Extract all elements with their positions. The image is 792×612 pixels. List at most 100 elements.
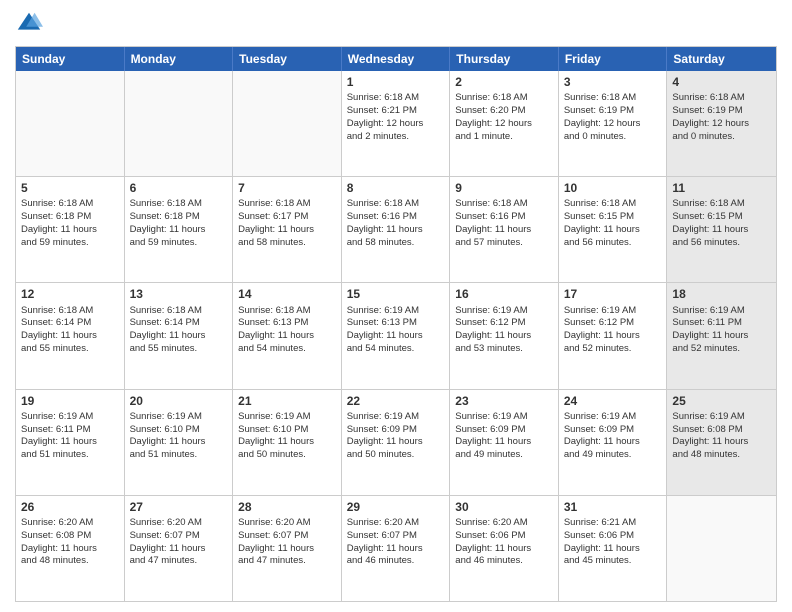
calendar-week-3: 12Sunrise: 6:18 AMSunset: 6:14 PMDayligh… (16, 282, 776, 388)
cell-info-line: Daylight: 11 hours (130, 543, 228, 556)
calendar-cell: 1Sunrise: 6:18 AMSunset: 6:21 PMDaylight… (342, 71, 451, 176)
header-day-monday: Monday (125, 47, 234, 71)
logo-icon (15, 10, 43, 38)
day-number: 2 (455, 74, 553, 90)
calendar-cell: 11Sunrise: 6:18 AMSunset: 6:15 PMDayligh… (667, 177, 776, 282)
header-day-wednesday: Wednesday (342, 47, 451, 71)
day-number: 6 (130, 180, 228, 196)
calendar-cell: 7Sunrise: 6:18 AMSunset: 6:17 PMDaylight… (233, 177, 342, 282)
day-number: 31 (564, 499, 662, 515)
cell-info-line: Sunset: 6:11 PM (21, 424, 119, 437)
cell-info-line: Sunset: 6:11 PM (672, 317, 771, 330)
cell-info-line: Sunrise: 6:19 AM (347, 411, 445, 424)
calendar-cell: 9Sunrise: 6:18 AMSunset: 6:16 PMDaylight… (450, 177, 559, 282)
cell-info-line: Daylight: 12 hours (564, 118, 662, 131)
cell-info-line: Daylight: 11 hours (21, 330, 119, 343)
cell-info-line: and 58 minutes. (347, 237, 445, 250)
day-number: 11 (672, 180, 771, 196)
cell-info-line: and 47 minutes. (238, 555, 336, 568)
cell-info-line: Sunset: 6:09 PM (347, 424, 445, 437)
cell-info-line: Sunset: 6:07 PM (130, 530, 228, 543)
calendar-cell: 17Sunrise: 6:19 AMSunset: 6:12 PMDayligh… (559, 283, 668, 388)
calendar-week-1: 1Sunrise: 6:18 AMSunset: 6:21 PMDaylight… (16, 71, 776, 176)
calendar-cell: 23Sunrise: 6:19 AMSunset: 6:09 PMDayligh… (450, 390, 559, 495)
cell-info-line: Daylight: 11 hours (347, 436, 445, 449)
cell-info-line: Sunrise: 6:20 AM (455, 517, 553, 530)
header-day-thursday: Thursday (450, 47, 559, 71)
day-number: 3 (564, 74, 662, 90)
cell-info-line: Daylight: 11 hours (238, 543, 336, 556)
calendar-cell: 12Sunrise: 6:18 AMSunset: 6:14 PMDayligh… (16, 283, 125, 388)
cell-info-line: and 48 minutes. (21, 555, 119, 568)
cell-info-line: Sunrise: 6:18 AM (347, 92, 445, 105)
cell-info-line: and 52 minutes. (672, 343, 771, 356)
cell-info-line: Daylight: 11 hours (21, 436, 119, 449)
cell-info-line: Sunrise: 6:19 AM (455, 411, 553, 424)
calendar-cell: 18Sunrise: 6:19 AMSunset: 6:11 PMDayligh… (667, 283, 776, 388)
day-number: 27 (130, 499, 228, 515)
calendar-cell: 21Sunrise: 6:19 AMSunset: 6:10 PMDayligh… (233, 390, 342, 495)
cell-info-line: Sunrise: 6:20 AM (130, 517, 228, 530)
cell-info-line: Sunrise: 6:21 AM (564, 517, 662, 530)
cell-info-line: Sunrise: 6:19 AM (347, 305, 445, 318)
day-number: 28 (238, 499, 336, 515)
cell-info-line: Sunset: 6:14 PM (21, 317, 119, 330)
cell-info-line: Sunrise: 6:19 AM (672, 411, 771, 424)
cell-info-line: Sunset: 6:21 PM (347, 105, 445, 118)
day-number: 25 (672, 393, 771, 409)
cell-info-line: Daylight: 11 hours (564, 436, 662, 449)
cell-info-line: and 47 minutes. (130, 555, 228, 568)
calendar-cell: 31 Sunrise: 6:21 AMSunset: 6:06 PMDayligh… (559, 496, 668, 601)
day-number: 23 (455, 393, 553, 409)
cell-info-line: Sunrise: 6:19 AM (564, 305, 662, 318)
cell-info-line: Daylight: 11 hours (347, 543, 445, 556)
cell-info-line: Sunset: 6:07 PM (238, 530, 336, 543)
calendar-cell: 2Sunrise: 6:18 AMSunset: 6:20 PMDaylight… (450, 71, 559, 176)
cell-info-line: Daylight: 12 hours (455, 118, 553, 131)
cell-info-line: Daylight: 11 hours (130, 436, 228, 449)
cell-info-line: and 0 minutes. (672, 131, 771, 144)
calendar-cell: 4Sunrise: 6:18 AMSunset: 6:19 PMDaylight… (667, 71, 776, 176)
calendar-cell: 16Sunrise: 6:19 AMSunset: 6:12 PMDayligh… (450, 283, 559, 388)
cell-info-line: and 49 minutes. (455, 449, 553, 462)
calendar-cell: 14Sunrise: 6:18 AMSunset: 6:13 PMDayligh… (233, 283, 342, 388)
cell-info-line: and 51 minutes. (130, 449, 228, 462)
cell-info-line: Sunrise: 6:18 AM (238, 198, 336, 211)
cell-info-line: and 49 minutes. (564, 449, 662, 462)
cell-info-line: Daylight: 11 hours (564, 543, 662, 556)
cell-info-line: and 59 minutes. (21, 237, 119, 250)
calendar-cell: 20Sunrise: 6:19 AMSunset: 6:10 PMDayligh… (125, 390, 234, 495)
cell-info-line: Sunrise: 6:19 AM (564, 411, 662, 424)
cell-info-line: Sunrise: 6:19 AM (130, 411, 228, 424)
cell-info-line: Sunset: 6:13 PM (347, 317, 445, 330)
header (15, 10, 777, 38)
cell-info-line: Sunrise: 6:19 AM (672, 305, 771, 318)
cell-info-line: and 1 minute. (455, 131, 553, 144)
cell-info-line: and 48 minutes. (672, 449, 771, 462)
calendar-cell: 10Sunrise: 6:18 AMSunset: 6:15 PMDayligh… (559, 177, 668, 282)
calendar-cell (125, 71, 234, 176)
calendar-week-2: 5Sunrise: 6:18 AMSunset: 6:18 PMDaylight… (16, 176, 776, 282)
cell-info-line: Sunrise: 6:18 AM (672, 92, 771, 105)
calendar-cell: 24Sunrise: 6:19 AMSunset: 6:09 PMDayligh… (559, 390, 668, 495)
day-number: 29 (347, 499, 445, 515)
cell-info-line: Sunset: 6:16 PM (455, 211, 553, 224)
day-number: 10 (564, 180, 662, 196)
cell-info-line: Daylight: 11 hours (672, 436, 771, 449)
calendar-cell: 25Sunrise: 6:19 AMSunset: 6:08 PMDayligh… (667, 390, 776, 495)
cell-info-line: and 0 minutes. (564, 131, 662, 144)
cell-info-line: Sunrise: 6:20 AM (238, 517, 336, 530)
cell-info-line: Sunset: 6:08 PM (21, 530, 119, 543)
header-day-saturday: Saturday (667, 47, 776, 71)
cell-info-line: Sunrise: 6:18 AM (564, 198, 662, 211)
cell-info-line: Sunrise: 6:18 AM (130, 198, 228, 211)
cell-info-line: Sunrise: 6:18 AM (455, 198, 553, 211)
cell-info-line: Daylight: 11 hours (672, 330, 771, 343)
cell-info-line: Sunrise: 6:19 AM (238, 411, 336, 424)
cell-info-line: Daylight: 11 hours (564, 224, 662, 237)
day-number: 26 (21, 499, 119, 515)
cell-info-line: Daylight: 11 hours (455, 330, 553, 343)
cell-info-line: Daylight: 12 hours (347, 118, 445, 131)
cell-info-line: and 56 minutes. (672, 237, 771, 250)
cell-info-line: Sunset: 6:06 PM (564, 530, 662, 543)
